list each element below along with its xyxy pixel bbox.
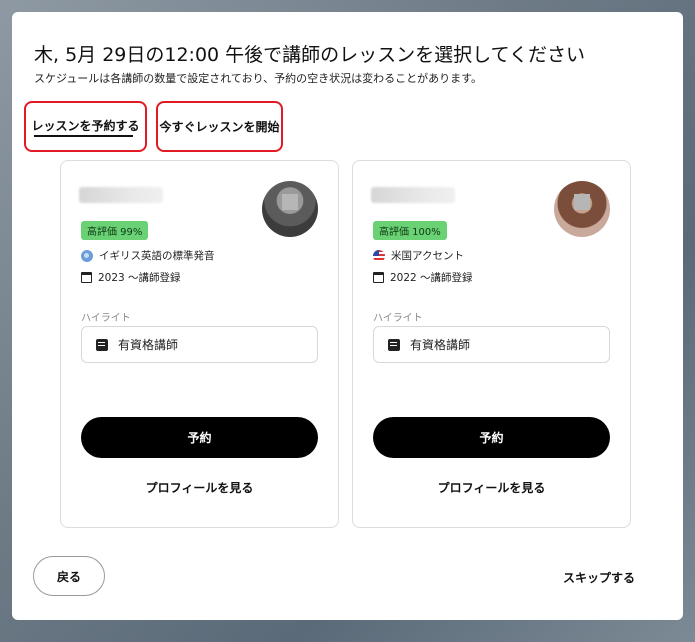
highlight-text: 有資格講師 [410,338,471,352]
back-button[interactable]: 戻る [33,556,105,596]
view-profile-link[interactable]: プロフィールを見る [373,479,610,496]
accent-row: 米国アクセント [373,248,464,263]
tutor-name-blurred [79,187,163,203]
tutor-card: 高評価 100% 米国アクセント 2022 〜講師登録 ハイライト 有資格講師 … [352,160,631,528]
highlight-box: 有資格講師 [81,326,318,363]
calendar-icon [373,272,384,283]
since-row: 2022 〜講師登録 [373,270,473,285]
accent-row: イギリス英語の標準発音 [81,248,215,263]
globe-icon [81,249,93,262]
lesson-select-modal: 木, 5月 29日の12:00 午後で講師のレッスンを選択してください スケジュ… [12,12,683,620]
avatar[interactable] [262,181,318,237]
view-profile-link[interactable]: プロフィールを見る [81,479,318,496]
tutor-card: 高評価 99% イギリス英語の標準発音 2023 〜講師登録 ハイライト 有資格… [60,160,339,528]
since-text: 2022 〜講師登録 [390,272,473,284]
since-text: 2023 〜講師登録 [98,272,181,284]
tab-start-now-label: 今すぐレッスンを開始 [159,120,280,134]
active-tab-underline [34,135,133,137]
note-icon [388,338,400,351]
since-row: 2023 〜講師登録 [81,270,181,285]
book-button[interactable]: 予約 [373,417,610,458]
rating-badge: 高評価 99% [81,221,149,240]
tab-start-now[interactable]: 今すぐレッスンを開始 [156,101,283,152]
us-flag-icon [373,249,385,262]
tutor-name-blurred [371,187,455,203]
highlight-label: ハイライト [373,313,423,324]
accent-text: イギリス英語の標準発音 [99,250,215,262]
accent-text: 米国アクセント [391,250,464,262]
face-mask [574,194,590,210]
face-mask [282,194,298,210]
avatar[interactable] [554,181,610,237]
highlight-text: 有資格講師 [118,338,179,352]
tab-book-lesson-label: レッスンを予約する [31,118,140,133]
modal-title: 木, 5月 29日の12:00 午後で講師のレッスンを選択してください [34,44,586,66]
modal-subtitle: スケジュールは各講師の数量で設定されており、予約の空き状況は変わることがあります… [34,72,483,85]
skip-link[interactable]: スキップする [563,569,635,586]
note-icon [96,338,108,351]
rating-badge: 高評価 100% [373,221,447,240]
highlight-box: 有資格講師 [373,326,610,363]
calendar-icon [81,272,92,283]
tab-book-lesson[interactable]: レッスンを予約する [24,101,147,152]
highlight-label: ハイライト [81,313,131,324]
book-button[interactable]: 予約 [81,417,318,458]
